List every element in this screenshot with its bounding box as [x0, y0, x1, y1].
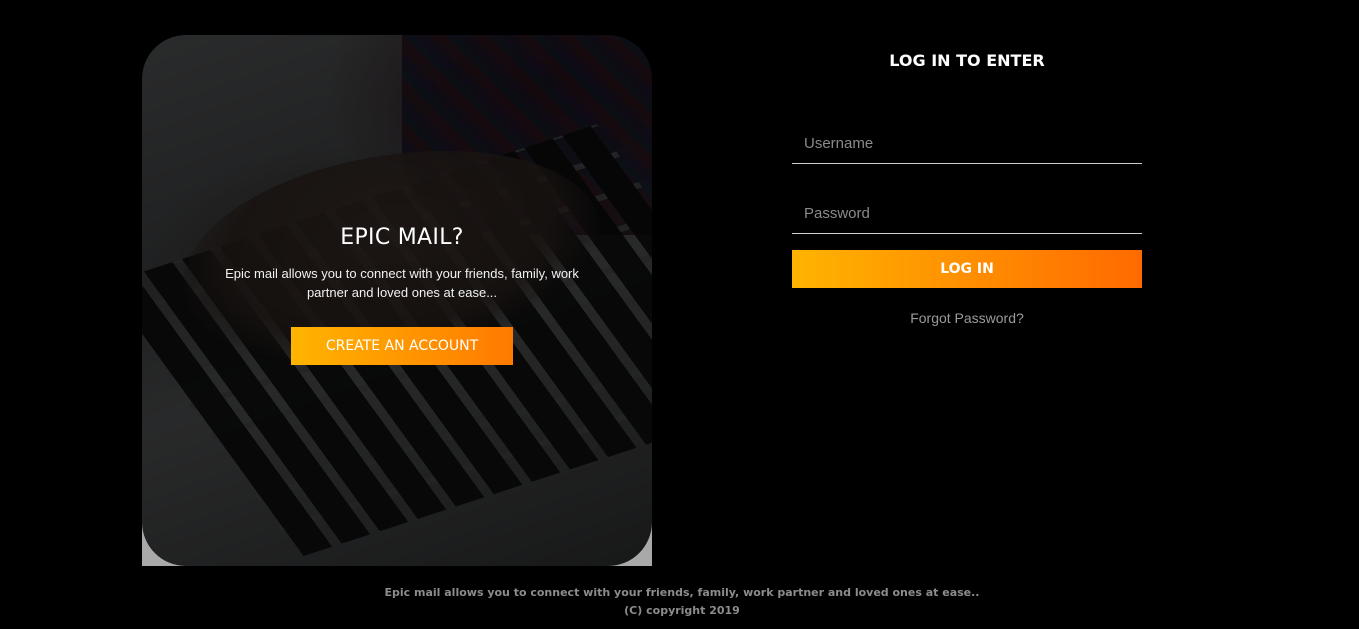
create-account-button[interactable]: CREATE AN ACCOUNT [291, 327, 513, 365]
hero-panel: EPIC MAIL? Epic mail allows you to conne… [142, 35, 652, 566]
hero-description: Epic mail allows you to connect with you… [225, 266, 579, 300]
password-input[interactable] [792, 194, 1142, 234]
login-title: LOG IN TO ENTER [889, 51, 1045, 70]
hero-content: EPIC MAIL? Epic mail allows you to conne… [142, 225, 652, 365]
login-button[interactable]: LOG IN [792, 250, 1142, 288]
footer-copyright: (C) copyright 2019 [624, 604, 740, 617]
footer-tagline: Epic mail allows you to connect with you… [384, 586, 980, 599]
username-input[interactable] [792, 124, 1142, 164]
login-form: LOG IN TO ENTER LOG IN Forgot Password? [792, 48, 1142, 326]
hero-title: EPIC MAIL? [340, 225, 464, 250]
footer: Epic mail allows you to connect with you… [0, 584, 1359, 620]
login-page: EPIC MAIL? Epic mail allows you to conne… [0, 0, 1359, 629]
forgot-password-link[interactable]: Forgot Password? [792, 310, 1142, 326]
